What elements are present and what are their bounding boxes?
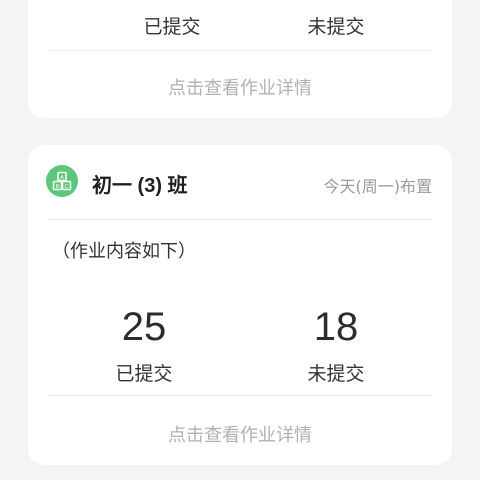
svg-text:A: A [60,175,64,181]
view-details-link[interactable]: 点击查看作业详情 [28,74,452,100]
homework-list-page: 已提交 未提交 点击查看作业详情 A B C 初一 (3) 班 今天(周一)布置… [0,0,480,480]
submitted-label: 已提交 [143,16,201,38]
header-divider [48,219,432,220]
not-submitted-label: 未提交 [307,16,365,38]
homework-card-previous[interactable]: 已提交 未提交 点击查看作业详情 [28,0,452,118]
not-submitted-label: 未提交 [307,363,365,385]
homework-content: （作业内容如下） [52,241,196,262]
svg-text:B: B [56,184,60,190]
card-divider [48,50,432,51]
class-title: 初一 (3) 班 [92,175,188,197]
submitted-count: 25 [121,305,167,349]
homework-card-class[interactable]: A B C 初一 (3) 班 今天(周一)布置 （作业内容如下） 25 18 已… [28,145,452,465]
card-divider [48,395,432,396]
view-details-link[interactable]: 点击查看作业详情 [28,421,452,447]
assigned-time: 今天(周一)布置 [323,177,433,196]
blocks-abc-icon: A B C [46,165,78,197]
submitted-label: 已提交 [115,363,173,385]
not-submitted-count: 18 [313,305,359,349]
svg-text:C: C [65,184,69,190]
